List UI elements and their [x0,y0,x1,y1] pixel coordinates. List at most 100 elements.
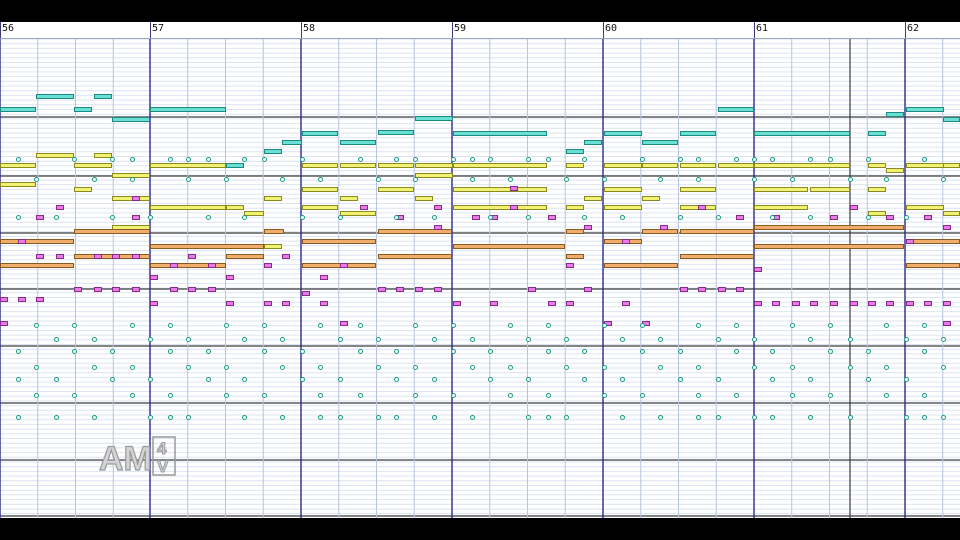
drum-hit[interactable] [695,365,701,370]
drum-hit[interactable] [751,365,757,370]
drum-hit[interactable] [733,323,739,328]
drum-hit[interactable] [450,349,456,354]
cyan-note[interactable] [886,112,904,117]
magenta-note[interactable] [906,301,914,306]
drum-hit[interactable] [71,393,77,398]
yellow-note[interactable] [868,163,886,168]
drum-hit[interactable] [53,337,59,342]
magenta-note[interactable] [528,287,536,292]
magenta-note[interactable] [18,297,26,302]
yellow-note[interactable] [453,163,547,168]
drum-hit[interactable] [147,415,153,420]
orange-note[interactable] [754,225,904,230]
cyan-note[interactable] [584,140,602,145]
drum-hit[interactable] [715,337,721,342]
magenta-note[interactable] [792,301,800,306]
drum-hit[interactable] [487,215,493,220]
yellow-note[interactable] [302,163,338,168]
magenta-note[interactable] [340,321,348,326]
drum-hit[interactable] [33,393,39,398]
yellow-note[interactable] [680,163,716,168]
cyan-note[interactable] [754,131,850,136]
drum-hit[interactable] [695,415,701,420]
magenta-note[interactable] [736,215,744,220]
cyan-note[interactable] [415,116,453,121]
yellow-note[interactable] [150,163,226,168]
drum-hit[interactable] [109,215,115,220]
magenta-note[interactable] [18,239,26,244]
magenta-note[interactable] [282,301,290,306]
drum-hit[interactable] [15,415,21,420]
drum-hit[interactable] [15,349,21,354]
drum-hit[interactable] [167,349,173,354]
magenta-note[interactable] [680,287,688,292]
yellow-note[interactable] [754,187,808,192]
drum-hit[interactable] [903,215,909,220]
drum-hit[interactable] [769,157,775,162]
yellow-note[interactable] [718,163,754,168]
drum-hit[interactable] [357,323,363,328]
drum-hit[interactable] [261,323,267,328]
drum-hit[interactable] [581,349,587,354]
magenta-note[interactable] [943,301,951,306]
drum-hit[interactable] [733,393,739,398]
yellow-note[interactable] [642,163,678,168]
drum-hit[interactable] [601,323,607,328]
drum-hit[interactable] [865,349,871,354]
drum-hit[interactable] [129,323,135,328]
magenta-note[interactable] [566,301,574,306]
drum-hit[interactable] [545,323,551,328]
drum-hit[interactable] [91,337,97,342]
drum-hit[interactable] [412,393,418,398]
drum-hit[interactable] [71,349,77,354]
drum-hit[interactable] [525,215,531,220]
yellow-note[interactable] [302,205,338,210]
yellow-note[interactable] [150,205,226,210]
yellow-note[interactable] [340,163,376,168]
drum-hit[interactable] [619,415,625,420]
drum-hit[interactable] [279,177,285,182]
drum-hit[interactable] [185,337,191,342]
drum-hit[interactable] [15,215,21,220]
magenta-note[interactable] [74,287,82,292]
orange-note[interactable] [226,254,264,259]
yellow-note[interactable] [584,196,602,201]
drum-hit[interactable] [450,323,456,328]
magenta-note[interactable] [396,287,404,292]
magenta-note[interactable] [830,301,838,306]
orange-note[interactable] [150,244,264,249]
orange-note[interactable] [754,244,904,249]
drum-hit[interactable] [903,337,909,342]
magenta-note[interactable] [584,287,592,292]
drum-hit[interactable] [15,377,21,382]
magenta-note[interactable] [850,205,858,210]
magenta-note[interactable] [94,287,102,292]
yellow-note[interactable] [886,168,904,173]
magenta-note[interactable] [810,301,818,306]
magenta-note[interactable] [132,196,140,201]
drum-hit[interactable] [563,177,569,182]
drum-hit[interactable] [299,215,305,220]
drum-hit[interactable] [412,177,418,182]
drum-hit[interactable] [375,337,381,342]
yellow-note[interactable] [302,187,338,192]
drum-hit[interactable] [337,377,343,382]
drum-hit[interactable] [827,323,833,328]
orange-note[interactable] [680,254,754,259]
yellow-note[interactable] [74,163,112,168]
drum-hit[interactable] [789,365,795,370]
magenta-note[interactable] [886,215,894,220]
drum-hit[interactable] [317,365,323,370]
drum-hit[interactable] [921,349,927,354]
drum-hit[interactable] [91,177,97,182]
drum-hit[interactable] [507,323,513,328]
drum-hit[interactable] [393,377,399,382]
magenta-note[interactable] [302,291,310,296]
magenta-note[interactable] [472,215,480,220]
drum-hit[interactable] [53,415,59,420]
drum-hit[interactable] [807,415,813,420]
drum-hit[interactable] [525,157,531,162]
drum-hit[interactable] [129,177,135,182]
drum-hit[interactable] [507,365,513,370]
drum-hit[interactable] [525,337,531,342]
